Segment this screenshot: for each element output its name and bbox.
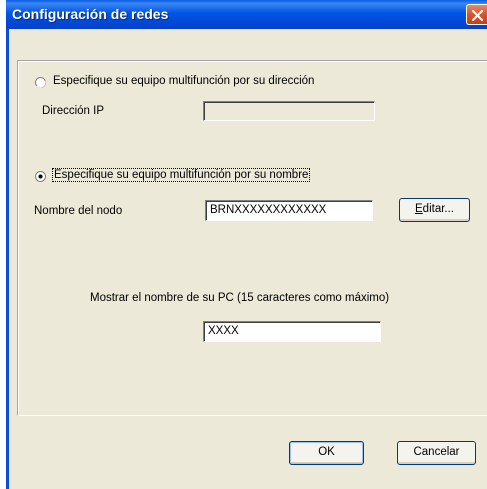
cancel-button[interactable]: Cancelar (397, 441, 476, 465)
edit-button[interactable]: Editar... (399, 198, 470, 222)
radio-by-address-label[interactable]: Especifique su equipo multifunción por s… (53, 75, 314, 87)
radio-by-address[interactable] (35, 77, 46, 88)
dialog-title: Configuración de redes (12, 6, 169, 22)
edit-button-mnemonic: E (415, 203, 423, 215)
ok-button[interactable]: OK (289, 441, 364, 465)
close-icon (471, 9, 484, 22)
close-button[interactable] (466, 4, 487, 25)
pc-name-label: Mostrar el nombre de su PC (15 caractere… (90, 292, 390, 304)
radio-by-name[interactable] (35, 171, 46, 182)
ip-address-label: Dirección IP (42, 105, 104, 117)
node-name-label: Nombre del nodo (34, 205, 123, 217)
radio-by-name-label[interactable]: Especifique su equipo multifunción por s… (52, 168, 311, 182)
ip-address-input[interactable] (203, 101, 375, 121)
edit-button-label: ditar... (422, 203, 454, 215)
node-name-input[interactable]: BRNXXXXXXXXXXXX (205, 200, 373, 221)
title-bar[interactable]: Configuración de redes (6, 0, 487, 29)
network-settings-dialog: Configuración de redes Especifique su eq… (6, 0, 487, 489)
pc-name-input[interactable]: XXXX (203, 321, 381, 342)
window-frame-left (6, 29, 9, 489)
